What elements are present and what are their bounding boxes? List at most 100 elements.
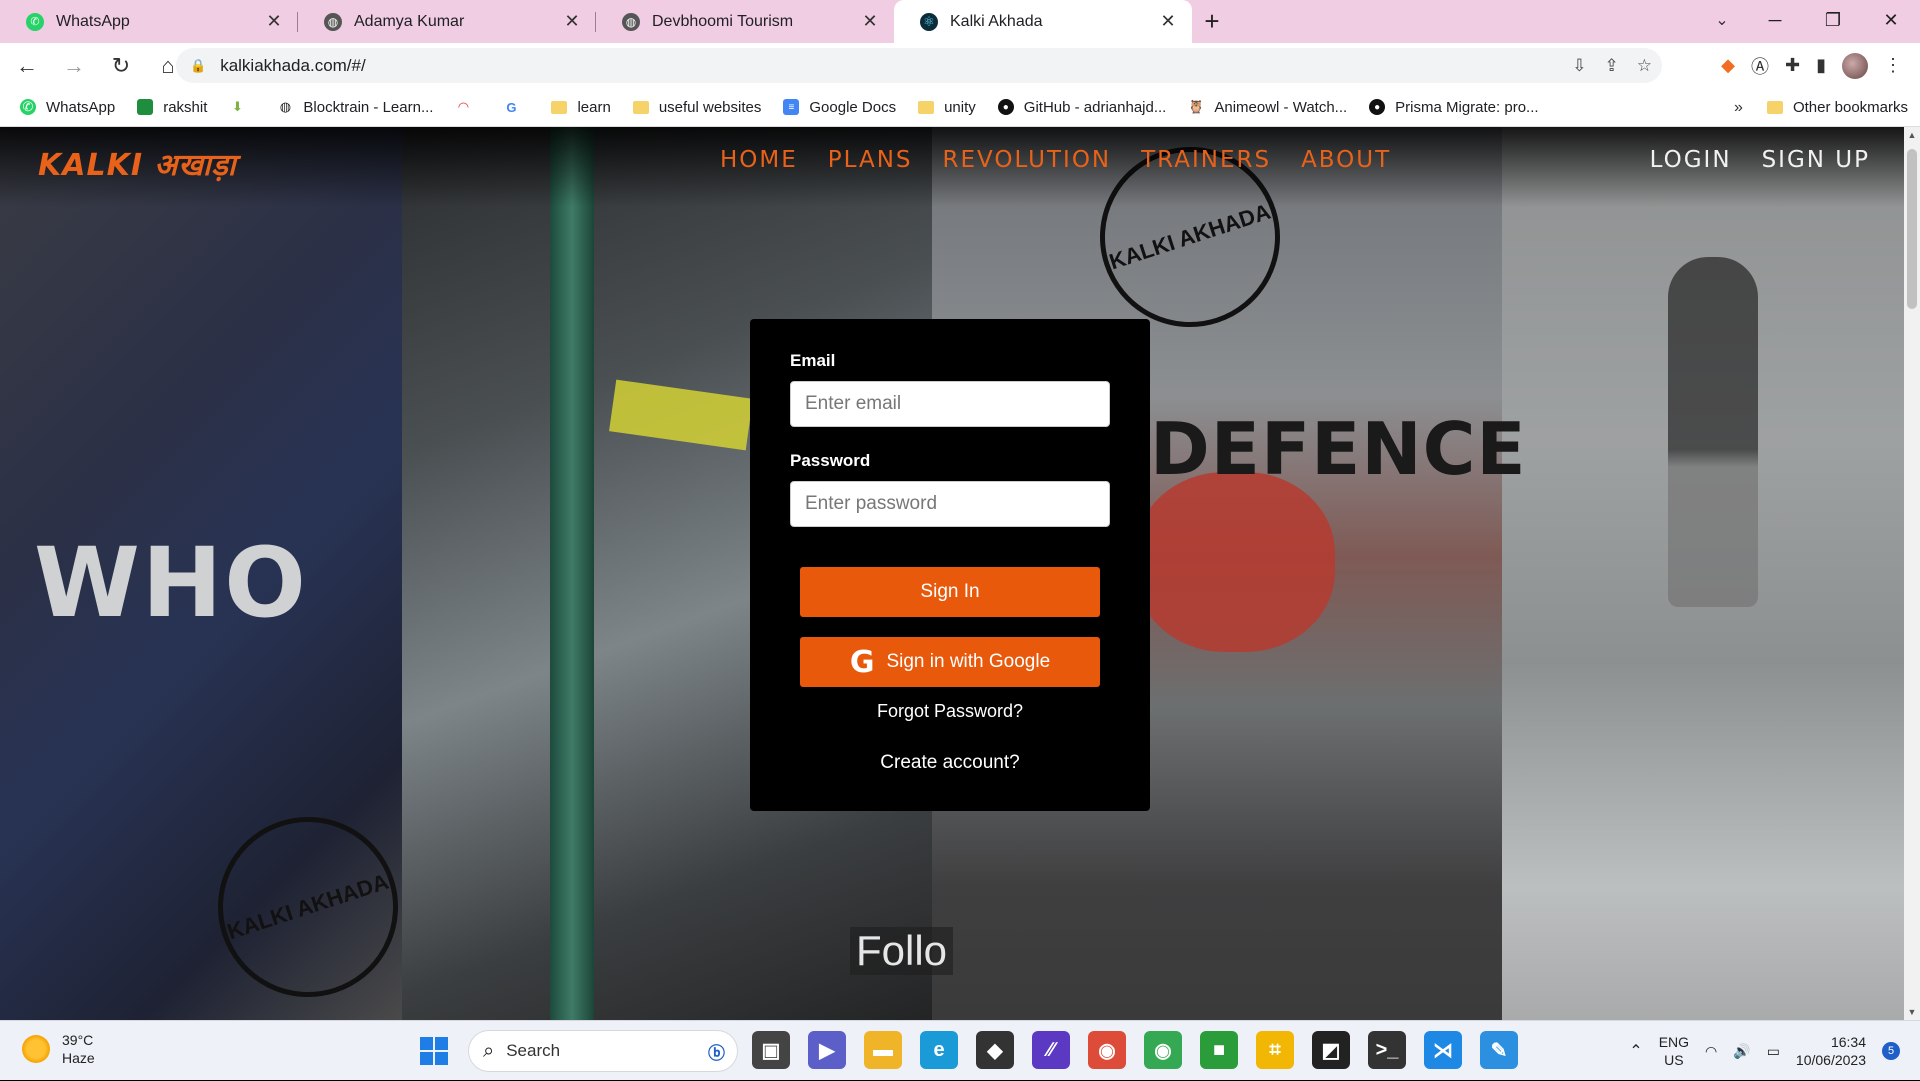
- create-account-link[interactable]: Create account?: [790, 752, 1110, 774]
- github-icon: ●: [997, 99, 1014, 115]
- bookmark-google-docs[interactable]: ≡ Google Docs: [783, 99, 896, 116]
- bookmark-label: Other bookmarks: [1792, 99, 1908, 116]
- chevron-up-icon[interactable]: ⌃: [1629, 1041, 1642, 1061]
- bookmark-download[interactable]: ⬇: [229, 99, 255, 115]
- chrome-profile-app-icon[interactable]: ◉: [1144, 1031, 1182, 1069]
- windows-start-icon[interactable]: [420, 1037, 448, 1065]
- close-icon[interactable]: ✕: [562, 11, 582, 32]
- bookmark-github-adrian[interactable]: ● GitHub - adrianhajd...: [997, 99, 1166, 116]
- paint-app-icon[interactable]: ✎: [1480, 1031, 1518, 1069]
- new-tab-button[interactable]: +: [1192, 0, 1232, 43]
- sticky-notes-app-icon[interactable]: ◩: [1312, 1031, 1350, 1069]
- close-icon[interactable]: ✕: [1158, 11, 1178, 32]
- restore-icon[interactable]: ❐: [1804, 0, 1862, 40]
- scroll-up-icon[interactable]: ▲: [1904, 127, 1920, 143]
- address-url[interactable]: kalkiakhada.com/#/: [220, 56, 366, 76]
- back-arrow-icon[interactable]: ←: [7, 46, 47, 86]
- brave-rewards-icon[interactable]: ◆: [1721, 55, 1735, 76]
- taskbar: 39°C Haze ⌕ Search ⓑ ▣ ▶ ▬ e ◆ ∕∕ ◉ ◉ ■ …: [0, 1020, 1920, 1080]
- bookmark-speed[interactable]: ◠: [455, 99, 481, 115]
- share-icon[interactable]: ⇪: [1605, 56, 1619, 76]
- tab-adamya-kumar[interactable]: ◍ Adamya Kumar ✕: [298, 0, 596, 43]
- teams-app-icon[interactable]: ▶: [808, 1031, 846, 1069]
- bookmark-blocktrain[interactable]: ◍ Blocktrain - Learn...: [277, 99, 434, 116]
- language-indicator[interactable]: ENG US: [1659, 1033, 1689, 1069]
- bookmark-whatsapp[interactable]: ✆ WhatsApp: [20, 99, 115, 116]
- close-icon[interactable]: ✕: [860, 11, 880, 32]
- browser-toolbar: ← → ↻ ⌂ 🔒 kalkiakhada.com/#/ ⇩ ⇪ ☆ ◆ Ⓐ ✚…: [0, 43, 1920, 88]
- taskbar-search[interactable]: ⌕ Search ⓑ: [468, 1030, 738, 1072]
- wifi-icon[interactable]: ◠: [1705, 1043, 1717, 1060]
- nav-about[interactable]: ABOUT: [1301, 147, 1391, 173]
- profile-avatar[interactable]: [1842, 52, 1868, 79]
- email-field[interactable]: [790, 381, 1110, 427]
- nav-login[interactable]: LOGIN: [1650, 147, 1732, 173]
- site-logo[interactable]: KALKI अखाड़ा: [38, 143, 237, 184]
- address-bar[interactable]: 🔒 kalkiakhada.com/#/ ⇩ ⇪ ☆: [176, 48, 1662, 83]
- puzzle-extensions-icon[interactable]: ✚: [1785, 55, 1800, 76]
- nav-plans[interactable]: PLANS: [828, 147, 913, 173]
- password-field[interactable]: [790, 481, 1110, 527]
- side-panel-icon[interactable]: ▮: [1816, 55, 1826, 76]
- page-scrollbar[interactable]: ▲ ▼: [1904, 127, 1920, 1020]
- close-window-icon[interactable]: ✕: [1862, 0, 1920, 40]
- volume-icon[interactable]: 🔊: [1733, 1043, 1750, 1060]
- forgot-password-link[interactable]: Forgot Password?: [790, 701, 1110, 722]
- star-bookmark-icon[interactable]: ☆: [1637, 56, 1652, 76]
- google-sign-in-label: Sign in with Google: [886, 651, 1051, 672]
- chat-app-icon[interactable]: ■: [1200, 1031, 1238, 1069]
- nav-home[interactable]: HOME: [720, 147, 798, 173]
- tab-devbhoomi-tourism[interactable]: ◍ Devbhoomi Tourism ✕: [596, 0, 894, 43]
- pole-shape: [550, 127, 594, 1020]
- unity-app-icon[interactable]: ◆: [976, 1031, 1014, 1069]
- tab-kalki-akhada[interactable]: ⚛ Kalki Akhada ✕: [894, 0, 1192, 43]
- translate-icon[interactable]: Ⓐ: [1751, 53, 1769, 79]
- bookmark-label: Animeowl - Watch...: [1214, 98, 1348, 116]
- vscode-app-icon[interactable]: ⋊: [1424, 1031, 1462, 1069]
- scroll-down-icon[interactable]: ▼: [1904, 1004, 1920, 1020]
- scrollbar-thumb[interactable]: [1907, 149, 1917, 309]
- bookmark-google[interactable]: G: [503, 99, 529, 115]
- chrome-app-icon[interactable]: ◉: [1088, 1031, 1126, 1069]
- bookmark-folder-unity[interactable]: unity: [918, 99, 976, 116]
- bookmark-folder-useful[interactable]: useful websites: [632, 99, 761, 116]
- google-icon: G: [849, 644, 875, 680]
- clock[interactable]: 16:34 10/06/2023: [1796, 1033, 1866, 1069]
- nav-trainers[interactable]: TRAINERS: [1141, 147, 1271, 173]
- tab-whatsapp[interactable]: ✆ WhatsApp ✕: [0, 0, 298, 43]
- file-explorer-app-icon[interactable]: ▣: [752, 1031, 790, 1069]
- bing-icon[interactable]: ⓑ: [708, 1039, 725, 1064]
- bookmark-rakshit[interactable]: rakshit: [137, 99, 207, 116]
- lock-icon[interactable]: 🔒: [190, 58, 206, 74]
- nav-sign-up[interactable]: SIGN UP: [1762, 147, 1870, 173]
- terminal-app-icon[interactable]: >_: [1368, 1031, 1406, 1069]
- sign-in-button[interactable]: Sign In: [800, 567, 1100, 617]
- tab-title: WhatsApp: [56, 12, 130, 30]
- close-icon[interactable]: ✕: [264, 11, 284, 32]
- folder-app-icon[interactable]: ▬: [864, 1031, 902, 1069]
- google-sign-in-button[interactable]: G Sign in with Google: [800, 637, 1100, 687]
- bookmark-prisma[interactable]: ● Prisma Migrate: pro...: [1369, 99, 1539, 116]
- tab-search-chevron-icon[interactable]: ⌄: [1702, 6, 1742, 34]
- bookmark-other[interactable]: Other bookmarks: [1766, 99, 1908, 116]
- bookmark-label: Google Docs: [809, 98, 897, 116]
- bookmark-folder-learn[interactable]: learn: [551, 99, 611, 116]
- notification-badge[interactable]: 5: [1882, 1042, 1900, 1060]
- nav-revolution[interactable]: REVOLUTION: [943, 147, 1112, 173]
- password-label: Password: [790, 451, 871, 470]
- bookmarks-overflow-icon[interactable]: »: [1734, 99, 1743, 117]
- weather-widget[interactable]: 39°C Haze: [22, 1031, 95, 1067]
- main-nav: HOME PLANS REVOLUTION TRAINERS ABOUT: [720, 147, 1391, 173]
- search-icon: ⌕: [483, 1039, 495, 1062]
- edge-app-icon[interactable]: e: [920, 1031, 958, 1069]
- vs-app-icon[interactable]: ∕∕: [1032, 1031, 1070, 1069]
- install-icon[interactable]: ⇩: [1572, 56, 1586, 76]
- forward-arrow-icon[interactable]: →: [54, 46, 94, 86]
- battery-icon[interactable]: ▭: [1767, 1043, 1780, 1060]
- minimize-icon[interactable]: ─: [1746, 0, 1804, 40]
- reload-icon[interactable]: ↻: [101, 46, 141, 86]
- kebab-menu-icon[interactable]: ⋮: [1884, 55, 1902, 76]
- lang-bottom: US: [1664, 1052, 1684, 1068]
- ui-tool-app-icon[interactable]: ⌗: [1256, 1031, 1294, 1069]
- bookmark-animeowl[interactable]: 🦉 Animeowl - Watch...: [1188, 99, 1347, 116]
